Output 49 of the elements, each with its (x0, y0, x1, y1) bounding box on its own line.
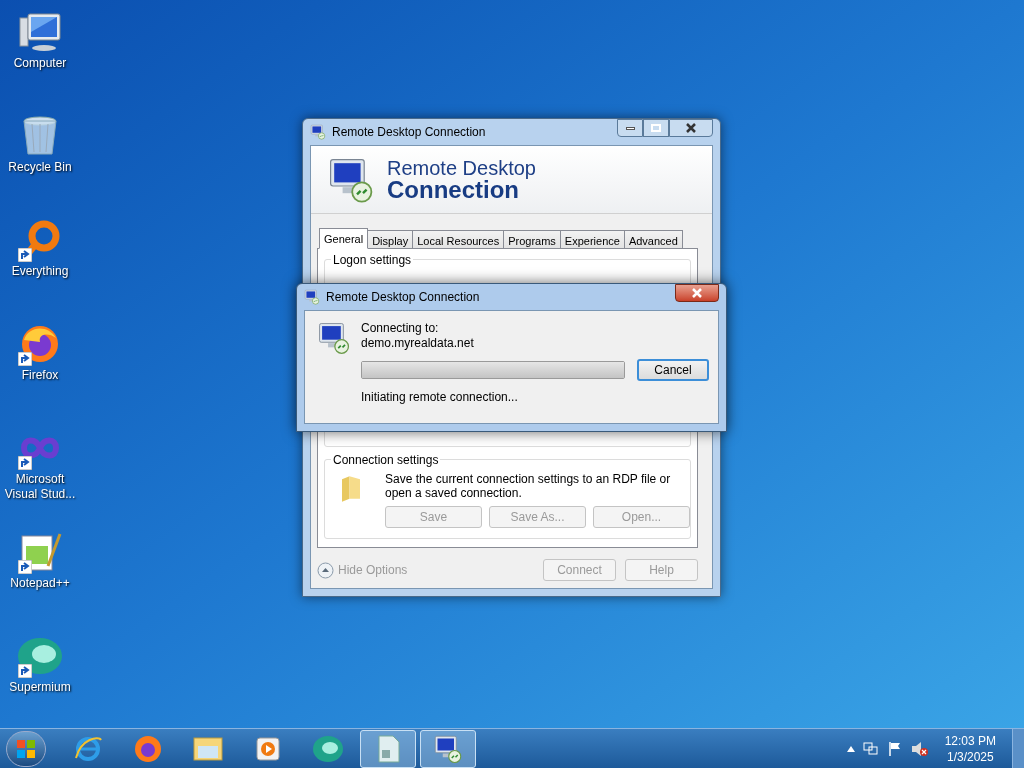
taskbar-button[interactable] (360, 729, 416, 768)
start-button[interactable] (6, 730, 46, 767)
desktop-icon-label: Microsoft Visual Stud... (3, 472, 77, 502)
banner-title: Remote Desktop (387, 157, 536, 178)
play-icon (255, 735, 281, 762)
group-description: Save the current connection settings to an RDP file or open a saved connection. (385, 472, 672, 500)
desktop-icon[interactable]: Firefox (2, 320, 78, 383)
desktop-icon-label: Computer (12, 56, 68, 71)
tab[interactable]: General (319, 228, 369, 249)
supermium-logo-icon (311, 733, 345, 764)
windows-logo-icon (16, 738, 36, 759)
muted-speaker-icon[interactable] (910, 740, 929, 757)
window-title: Remote Desktop Connection (332, 124, 486, 141)
status-text: Initiating remote connection... (361, 389, 519, 406)
desktop-icon[interactable]: Everything (2, 216, 78, 279)
document-icon (375, 733, 401, 764)
maximize-button[interactable] (643, 119, 669, 137)
desktop-icon-label: Recycle Bin (7, 160, 73, 175)
connecting-label: Connecting to: (361, 321, 440, 336)
remote-monitor-icon (433, 733, 463, 764)
window-title: Remote Desktop Connection (326, 289, 480, 306)
app-icon (304, 289, 320, 305)
desktop-icon[interactable]: Computer (2, 8, 78, 71)
desktop-icon[interactable]: Notepad++ (2, 528, 78, 591)
close-button[interactable] (669, 119, 713, 137)
desktop-icon-label: Supermium (8, 680, 72, 695)
desktop-icon[interactable]: Supermium (2, 632, 78, 695)
close-button[interactable] (675, 284, 719, 302)
tray-expand-icon[interactable] (846, 745, 855, 752)
app-icon (310, 124, 326, 140)
taskbar-button[interactable] (420, 729, 476, 768)
desktop-icon[interactable]: Microsoft Visual Stud... (2, 424, 78, 502)
desktop-icon-label: Firefox (20, 368, 60, 383)
desktop-icon-label: Notepad++ (9, 576, 71, 591)
desktop-icon[interactable]: Recycle Bin (2, 112, 78, 175)
computer-icon (18, 10, 62, 54)
banner-subtitle: Connection (387, 177, 519, 202)
host-name: demo.myrealdata.net (361, 336, 475, 351)
network-icon[interactable] (862, 740, 879, 757)
desktop-icon-label: Everything (10, 264, 70, 279)
close-icon (686, 123, 696, 133)
fox-globe-icon (133, 733, 163, 764)
flag-icon[interactable] (886, 740, 903, 757)
minimize-button[interactable] (617, 119, 643, 137)
remote-monitor-icon (317, 321, 351, 355)
close-icon (692, 288, 702, 298)
collapse-icon (317, 561, 334, 579)
cancel-button[interactable]: Cancel (637, 359, 709, 381)
clock[interactable]: 12:03 PM 1/3/2025 (944, 732, 996, 765)
